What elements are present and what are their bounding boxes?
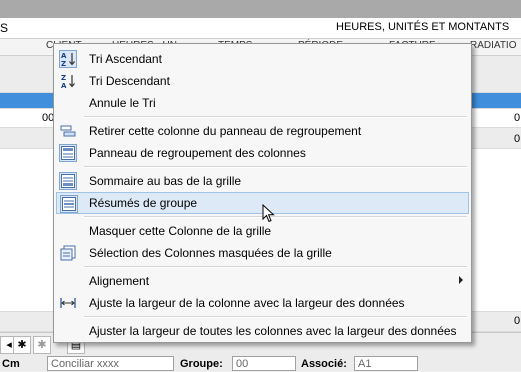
column-context-menu: AZ Tri Ascendant ZA Tri Descendant Annul… <box>53 43 472 343</box>
groupe-input[interactable]: 00 <box>232 356 296 371</box>
menu-item-sort-descending[interactable]: ZA Tri Descendant <box>56 70 469 92</box>
window-title-bar <box>0 0 521 18</box>
menu-item-label: Alignement <box>89 274 150 288</box>
mouse-cursor-icon <box>262 204 275 223</box>
submenu-arrow-icon <box>459 276 463 284</box>
group-summary-icon <box>60 195 78 213</box>
field1-input[interactable]: Conciliar xxxx <box>47 356 174 371</box>
edit-form: Cm Conciliar xxxx Groupe: 00 Associé: A1 <box>0 355 521 371</box>
svg-text:Z: Z <box>61 74 66 82</box>
svg-text:Z: Z <box>61 60 66 67</box>
grid-footer-icon <box>59 172 77 190</box>
append-row-icon[interactable]: ✱ <box>33 336 51 354</box>
menu-item-best-fit-all[interactable]: Ajuster la largeur de toutes les colonne… <box>56 320 469 342</box>
grid-band-header: S HEURES, UNITÉS ET MONTANTS <box>0 18 521 39</box>
menu-item-label: Sélection des Colonnes masquées de la gr… <box>89 246 332 260</box>
band-title: HEURES, UNITÉS ET MONTANTS <box>336 21 510 33</box>
menu-item-label: Résumés de groupe <box>89 196 198 210</box>
band-left-text: S <box>0 21 9 35</box>
menu-item-label: Ajuster la largeur de toutes les colonne… <box>89 324 457 338</box>
sort-ascending-icon: AZ <box>59 50 77 68</box>
group-panel-icon <box>59 144 77 162</box>
menu-item-label: Masquer cette Colonne de la grille <box>89 224 272 238</box>
menu-item-label: Tri Descendant <box>89 74 170 88</box>
column-chooser-icon <box>59 244 77 262</box>
row-cell-right: 0 <box>514 133 521 145</box>
menu-item-sort-ascending[interactable]: AZ Tri Ascendant <box>56 48 469 70</box>
svg-text:A: A <box>61 52 67 60</box>
svg-text:A: A <box>61 82 67 90</box>
menu-separator <box>84 266 467 268</box>
groupe-label: Groupe: <box>180 358 223 370</box>
menu-separator <box>84 116 467 118</box>
menu-item-label: Panneau de regroupement des colonnes <box>89 146 306 160</box>
insert-row-icon[interactable]: ✱ <box>13 336 31 354</box>
field1-label: Cm <box>2 358 20 370</box>
ungroup-column-icon <box>59 122 77 140</box>
menu-item-ungroup-column[interactable]: Retirer cette colonne du panneau de regr… <box>56 120 469 142</box>
menu-item-grid-footer[interactable]: Sommaire au bas de la grille <box>56 170 469 192</box>
menu-item-group-panel[interactable]: Panneau de regroupement des colonnes <box>56 142 469 164</box>
menu-item-best-fit[interactable]: Ajuste la largeur de la colonne avec la … <box>56 292 469 314</box>
menu-item-label: Retirer cette colonne du panneau de regr… <box>89 124 362 138</box>
footer-cell: 0 <box>514 315 521 327</box>
menu-item-label: Sommaire au bas de la grille <box>89 174 242 188</box>
associe-input[interactable]: A1 <box>354 356 418 371</box>
menu-item-clear-sort[interactable]: Annule le Tri <box>56 92 469 114</box>
row-cell-right: 0 <box>514 112 521 124</box>
menu-separator <box>84 166 467 168</box>
menu-separator <box>84 316 467 318</box>
associe-label: Associé: <box>301 358 347 370</box>
menu-item-alignment[interactable]: Alignement <box>56 270 469 292</box>
menu-item-label: Annule le Tri <box>89 96 156 110</box>
menu-item-label: Ajuste la largeur de la colonne avec la … <box>89 296 405 310</box>
best-fit-icon <box>59 294 77 312</box>
menu-item-label: Tri Ascendant <box>89 52 162 66</box>
menu-item-column-chooser[interactable]: Sélection des Colonnes masquées de la gr… <box>56 242 469 264</box>
sort-descending-icon: ZA <box>59 72 77 90</box>
column-header-radiation[interactable]: RADIATIO <box>470 40 516 51</box>
